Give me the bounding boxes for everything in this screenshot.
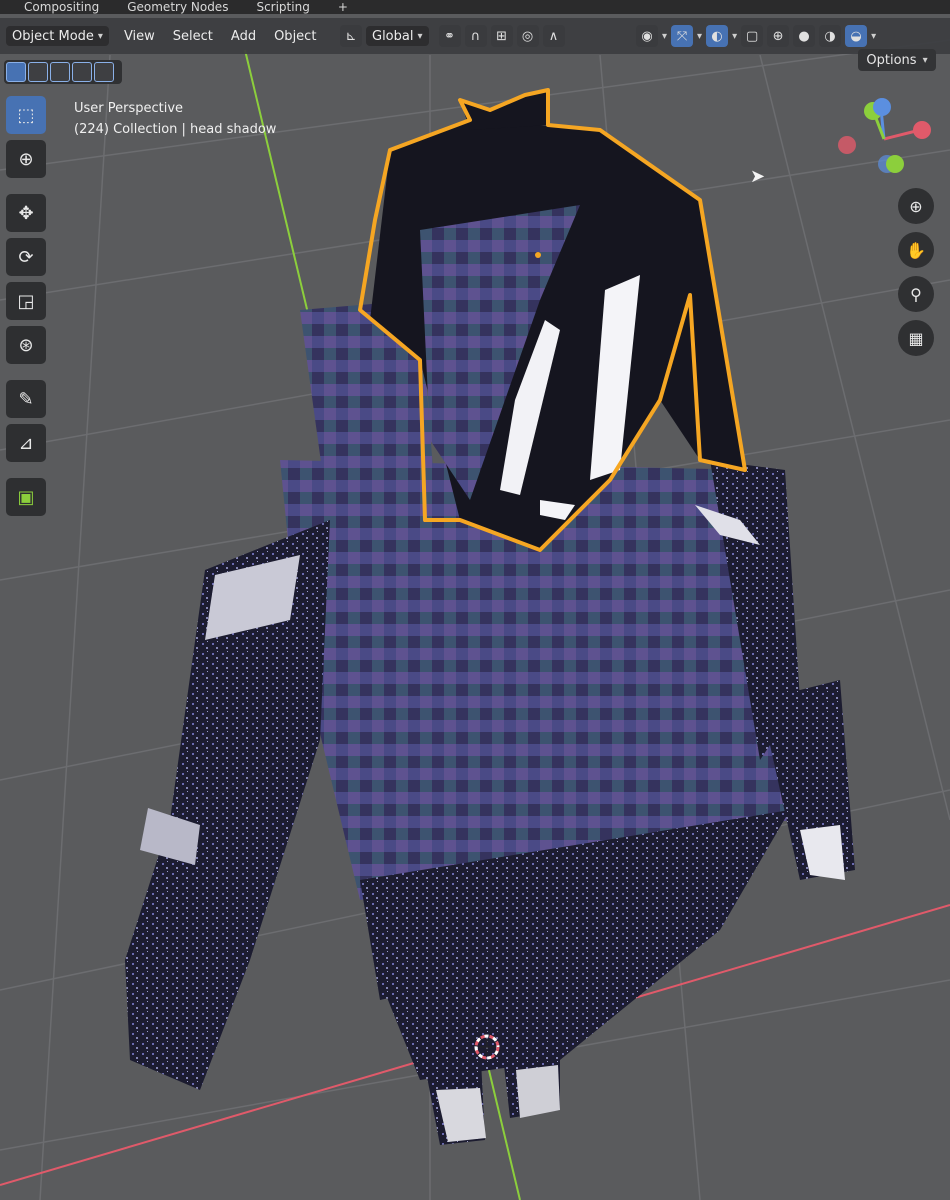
- tab-compositing[interactable]: Compositing: [24, 0, 99, 14]
- gizmo-toggle-icon[interactable]: ⤧: [671, 25, 694, 47]
- transform-orientation-dropdown[interactable]: Global ▾: [366, 26, 429, 46]
- select-subtract-icon[interactable]: [50, 62, 70, 82]
- perspective-label: User Perspective: [74, 101, 184, 116]
- chevron-down-icon: ▾: [97, 30, 103, 42]
- shading-solid-icon[interactable]: ●: [793, 25, 816, 47]
- viewport-scene[interactable]: [0, 0, 950, 1200]
- chevron-down-icon: ▾: [732, 30, 738, 42]
- select-invert-icon[interactable]: [72, 62, 92, 82]
- tab-scripting[interactable]: Scripting: [256, 0, 309, 14]
- select-new-icon[interactable]: [6, 62, 26, 82]
- menu-view[interactable]: View: [124, 29, 155, 44]
- camera-icon[interactable]: ⚲: [898, 276, 934, 312]
- proportional-edit-icon[interactable]: ◎: [516, 25, 539, 47]
- navigation-gizmo[interactable]: [832, 95, 938, 185]
- rotate-icon[interactable]: ⟳: [6, 238, 46, 276]
- add-workspace-button[interactable]: +: [338, 0, 348, 14]
- options-label: Options: [866, 52, 917, 68]
- tool-shelf: ⬚ ⊕ ✥ ⟳ ◲ ⊛ ✎ ⊿ ▣: [6, 96, 52, 516]
- chevron-down-icon: ▾: [922, 54, 928, 66]
- shading-wireframe-icon[interactable]: ⊕: [767, 25, 790, 47]
- shading-material-icon[interactable]: ◑: [819, 25, 842, 47]
- chevron-down-icon: ▾: [662, 30, 668, 42]
- select-intersect-icon[interactable]: [94, 62, 114, 82]
- transform-orientation-label: Global: [372, 28, 414, 44]
- menu-object[interactable]: Object: [274, 29, 316, 44]
- move-icon[interactable]: ✥: [6, 194, 46, 232]
- cursor-icon[interactable]: ⊕: [6, 140, 46, 178]
- workspace-tabs: Compositing Geometry Nodes Scripting +: [0, 0, 950, 14]
- select-extend-icon[interactable]: [28, 62, 48, 82]
- tab-geometry-nodes[interactable]: Geometry Nodes: [127, 0, 228, 14]
- visibility-eye-icon[interactable]: ◉: [636, 25, 658, 47]
- options-dropdown[interactable]: Options ▾: [858, 49, 936, 71]
- zoom-icon[interactable]: ⊕: [898, 188, 934, 224]
- falloff-curve-icon[interactable]: ∧: [542, 25, 565, 47]
- snap-magnet-icon[interactable]: ∩: [464, 25, 487, 47]
- scale-icon[interactable]: ◲: [6, 282, 46, 320]
- menu-select[interactable]: Select: [173, 29, 213, 44]
- mode-label: Object Mode: [12, 28, 94, 44]
- snap-target-icon[interactable]: ⊞: [490, 25, 513, 47]
- overlay-toggle-icon[interactable]: ◐: [706, 25, 729, 47]
- chevron-down-icon: ▾: [417, 30, 423, 42]
- pivot-link-icon[interactable]: ⚭: [438, 25, 461, 47]
- selection-mode-buttons: [4, 60, 122, 84]
- mouse-pointer-icon: ➤: [750, 166, 766, 187]
- pan-hand-icon[interactable]: ✋: [898, 232, 934, 268]
- measure-icon[interactable]: ⊿: [6, 424, 46, 462]
- chevron-down-icon: ▾: [697, 30, 703, 42]
- collection-label: (224) Collection | head shadow: [74, 122, 277, 137]
- xray-toggle-icon[interactable]: ▢: [741, 25, 764, 47]
- shading-rendered-icon[interactable]: ◒: [845, 25, 868, 47]
- orientation-axes-icon: ⊾: [340, 25, 362, 47]
- viewport-info: User Perspective (224) Collection | head…: [74, 98, 276, 140]
- viewport-header: Object Mode ▾ View Select Add Object ⊾ G…: [0, 18, 950, 54]
- character-model[interactable]: [125, 88, 855, 1145]
- transform-icon[interactable]: ⊛: [6, 326, 46, 364]
- navigation-tools: ⊕ ✋ ⚲ ▦: [898, 188, 934, 356]
- grid-ortho-icon[interactable]: ▦: [898, 320, 934, 356]
- add-cube-icon[interactable]: ▣: [6, 478, 46, 516]
- menu-add[interactable]: Add: [231, 29, 256, 44]
- annotate-icon[interactable]: ✎: [6, 380, 46, 418]
- select-box-icon[interactable]: ⬚: [6, 96, 46, 134]
- mode-dropdown[interactable]: Object Mode ▾: [6, 26, 109, 46]
- chevron-down-icon: ▾: [871, 30, 877, 42]
